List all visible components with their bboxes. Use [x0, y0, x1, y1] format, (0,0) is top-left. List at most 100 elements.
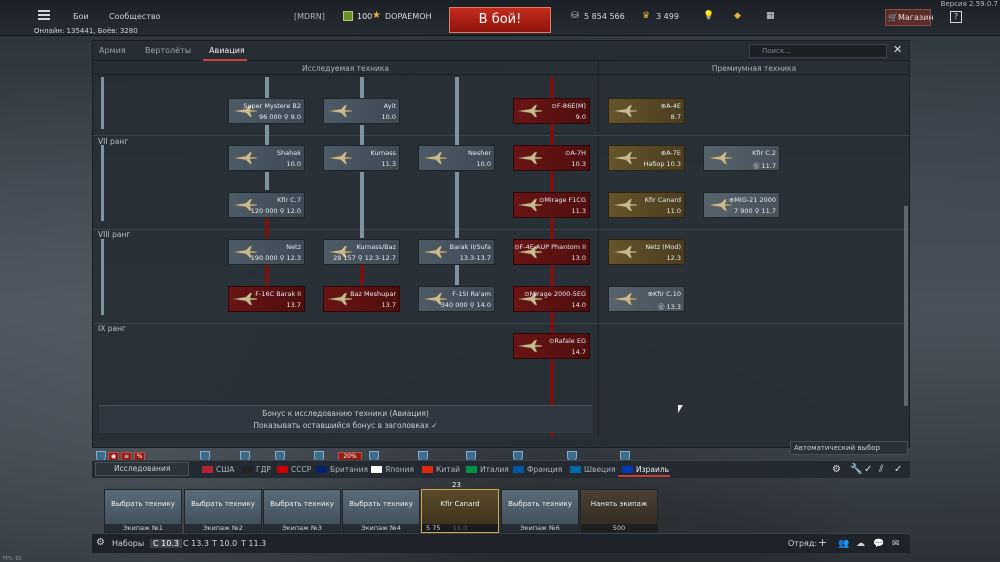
- to-battle-button[interactable]: В бой!: [449, 7, 551, 33]
- ammo-icon[interactable]: ⫽: [879, 464, 883, 475]
- vehicle-card-shahak[interactable]: Shahak 10.0: [228, 145, 305, 171]
- tab-army[interactable]: Армия: [99, 46, 126, 55]
- vehicle-card-netzmod[interactable]: Netz (Mod) 12.3: [608, 239, 685, 265]
- vehicle-battle-rating: 340 000 ⚲ 14.0: [440, 301, 491, 309]
- chat-icon[interactable]: 💬: [873, 539, 884, 549]
- research-toggle-button[interactable]: Исследования: [95, 462, 189, 476]
- crew-slot-5[interactable]: Kfir Canard11.05 75: [421, 489, 499, 533]
- vehicle-card-nesher[interactable]: Nesher 10.0: [418, 145, 495, 171]
- vehicle-card-rafale[interactable]: ⊙Rafale EG 14.7: [513, 333, 590, 359]
- country-tab-2[interactable]: СССР: [277, 465, 311, 474]
- country-tab-5[interactable]: Китай: [422, 465, 460, 474]
- coupon-icon[interactable]: ▦: [766, 11, 775, 21]
- clan-icon[interactable]: ☁: [856, 539, 865, 549]
- gear-icon[interactable]: ⚙: [96, 537, 105, 548]
- vehicle-card-kfirc10[interactable]: ⊕Kfir C.10 Ⓖ 13.3: [608, 286, 685, 312]
- help-button[interactable]: ?: [950, 11, 962, 23]
- tab-helicopters[interactable]: Вертолёты: [145, 46, 191, 55]
- country-tab-8[interactable]: Швеция: [570, 465, 616, 474]
- country-tab-3[interactable]: Британия: [316, 465, 368, 474]
- show-bonus-toggle[interactable]: Показывать оставшийся бонус в заголовках…: [99, 420, 592, 432]
- add-squad-icon[interactable]: +: [818, 536, 827, 549]
- lightbulb-icon[interactable]: 💡: [703, 11, 714, 21]
- country-tab-7[interactable]: Франция: [513, 465, 562, 474]
- country-tab-9[interactable]: Израиль: [622, 465, 669, 474]
- crew-slot-2[interactable]: Выбрать технику Экипаж №2: [184, 489, 262, 533]
- search-input[interactable]: Поиск...: [749, 44, 887, 58]
- presets-button[interactable]: Наборы: [112, 539, 144, 548]
- vehicle-card-a4e[interactable]: ⊕A-4E 8.7: [608, 98, 685, 124]
- vehicle-card-kfircanard[interactable]: Kfir Canard 11.0: [608, 192, 685, 218]
- star-icon: ★: [372, 10, 381, 21]
- vehicle-battle-rating: Ⓖ 11.7: [752, 162, 776, 170]
- auto-select-dropdown[interactable]: Автоматический выбор: [790, 441, 908, 455]
- crew-slot-6[interactable]: Выбрать технику Экипаж №6: [501, 489, 579, 533]
- crew-slot-extra: 5 75: [422, 524, 498, 532]
- check-icon[interactable]: ✓: [894, 464, 902, 475]
- br-tab-t113[interactable]: Т 11.3: [241, 539, 266, 548]
- vehicle-card-ayit[interactable]: Ayit 10.0: [323, 98, 400, 124]
- crew-slot-4[interactable]: Выбрать технику Экипаж №4: [342, 489, 420, 533]
- vehicle-card-miragef1[interactable]: ⊙Mirage F1CG 11.3: [513, 192, 590, 218]
- aircraft-icon: [327, 151, 353, 165]
- crew-slot-label: Выбрать технику: [508, 500, 572, 508]
- silver-lions-icon: ⛁: [571, 11, 579, 21]
- crew-slot-footer: Экипаж №1: [105, 524, 181, 532]
- friends-icon[interactable]: 👥: [838, 539, 849, 549]
- vehicle-name: ⊕MiG-21 2000: [728, 196, 776, 204]
- research-bonus-box: Бонус к исследованию техники (Авиация) П…: [99, 405, 592, 433]
- country-tab-1[interactable]: ГДР: [242, 465, 271, 474]
- mail-icon[interactable]: ✉: [892, 539, 900, 549]
- flag-icon: [466, 466, 477, 473]
- settings-gear-icon[interactable]: ⚙: [832, 464, 841, 475]
- vehicle-card-f16c[interactable]: F-16C Barak II 13.7: [228, 286, 305, 312]
- vehicle-card-baz[interactable]: Baz Meshupar 13.7: [323, 286, 400, 312]
- vehicle-card-f86[interactable]: ⊙F-86E(M) 9.0: [513, 98, 590, 124]
- rank-label-9[interactable]: IX ранг: [98, 324, 126, 333]
- vehicle-name: F-16C Barak II: [255, 290, 301, 298]
- flag-icon: [513, 466, 524, 473]
- br-tab-c133[interactable]: С 13.3: [183, 539, 209, 548]
- rank-progress-arrow: [101, 239, 104, 315]
- tab-aviation[interactable]: Авиация: [209, 46, 245, 55]
- br-tab-t100[interactable]: Т 10.0: [212, 539, 237, 548]
- vehicle-card-mig21[interactable]: ⊕MiG-21 2000 7 900 ⚲ 11.7: [703, 192, 780, 218]
- rank-label-8[interactable]: VIII ранг: [98, 230, 130, 239]
- vertical-scrollbar[interactable]: [904, 206, 908, 406]
- vehicle-card-kfirc7[interactable]: Kfir C.7 120 000 ⚲ 12.0: [228, 192, 305, 218]
- repair-icon[interactable]: 🔧: [850, 464, 862, 475]
- clan-tag[interactable]: [MDRN]: [294, 12, 325, 21]
- check-icon[interactable]: ✓: [864, 464, 872, 475]
- crew-slot-3[interactable]: Выбрать технику Экипаж №3: [263, 489, 341, 533]
- vehicle-card-kurnass[interactable]: Kurnass 11.3: [323, 145, 400, 171]
- vehicle-card-a7e[interactable]: ⊕A-7E Набор 10.3: [608, 145, 685, 171]
- close-icon[interactable]: ✕: [893, 43, 902, 56]
- hamburger-menu-icon[interactable]: [38, 10, 50, 20]
- vehicle-card-kfirc2[interactable]: Kfir C.2 Ⓖ 11.7: [703, 145, 780, 171]
- vehicle-name: Super Mystere B2: [243, 102, 301, 110]
- country-tab-0[interactable]: США: [202, 465, 234, 474]
- vehicle-card-netz[interactable]: Netz 190 000 ⚲ 12.3: [228, 239, 305, 265]
- vehicle-card-f15i[interactable]: F-15I Ra'am 340 000 ⚲ 14.0: [418, 286, 495, 312]
- vehicle-card-super-mystere[interactable]: Super Mystere B2 96 000 ⚲ 9.0: [228, 98, 305, 124]
- vehicle-card-f4e[interactable]: ⊙F-4E AUP Phantom II 13.0: [513, 239, 590, 265]
- br-tab-c103[interactable]: С 10.3: [150, 539, 182, 548]
- player-nickname[interactable]: DOPAEMOH: [385, 12, 432, 21]
- country-tab-4[interactable]: Япония: [371, 465, 414, 474]
- crew-slot-7[interactable]: Нанять экипаж 500: [580, 489, 658, 533]
- vehicle-battle-rating: 12.3: [666, 254, 681, 262]
- vehicle-card-a7h[interactable]: ⊙A-7H 10.3: [513, 145, 590, 171]
- nav-community[interactable]: Сообщество: [109, 12, 160, 21]
- premium-icon[interactable]: ◆: [734, 11, 741, 21]
- nav-battles[interactable]: Бои: [73, 12, 89, 21]
- vehicle-card-mirage2000[interactable]: ⊙Mirage 2000-5EG 14.0: [513, 286, 590, 312]
- vehicle-name: Kfir Canard: [644, 196, 681, 204]
- shop-button[interactable]: Магазин: [885, 9, 934, 26]
- vehicle-card-barak[interactable]: Barak II/Sufa 13.3-13.7: [418, 239, 495, 265]
- vehicle-card-kurnassbaz[interactable]: Kurnass/Baz 28 157 ⚲ 12.3-12.7: [323, 239, 400, 265]
- crew-slot-label: Выбрать технику: [349, 500, 413, 508]
- country-tab-6[interactable]: Италия: [466, 465, 509, 474]
- rank-separator: [93, 323, 909, 324]
- mouse-cursor: [678, 405, 683, 413]
- crew-slot-1[interactable]: Выбрать технику Экипаж №1: [104, 489, 182, 533]
